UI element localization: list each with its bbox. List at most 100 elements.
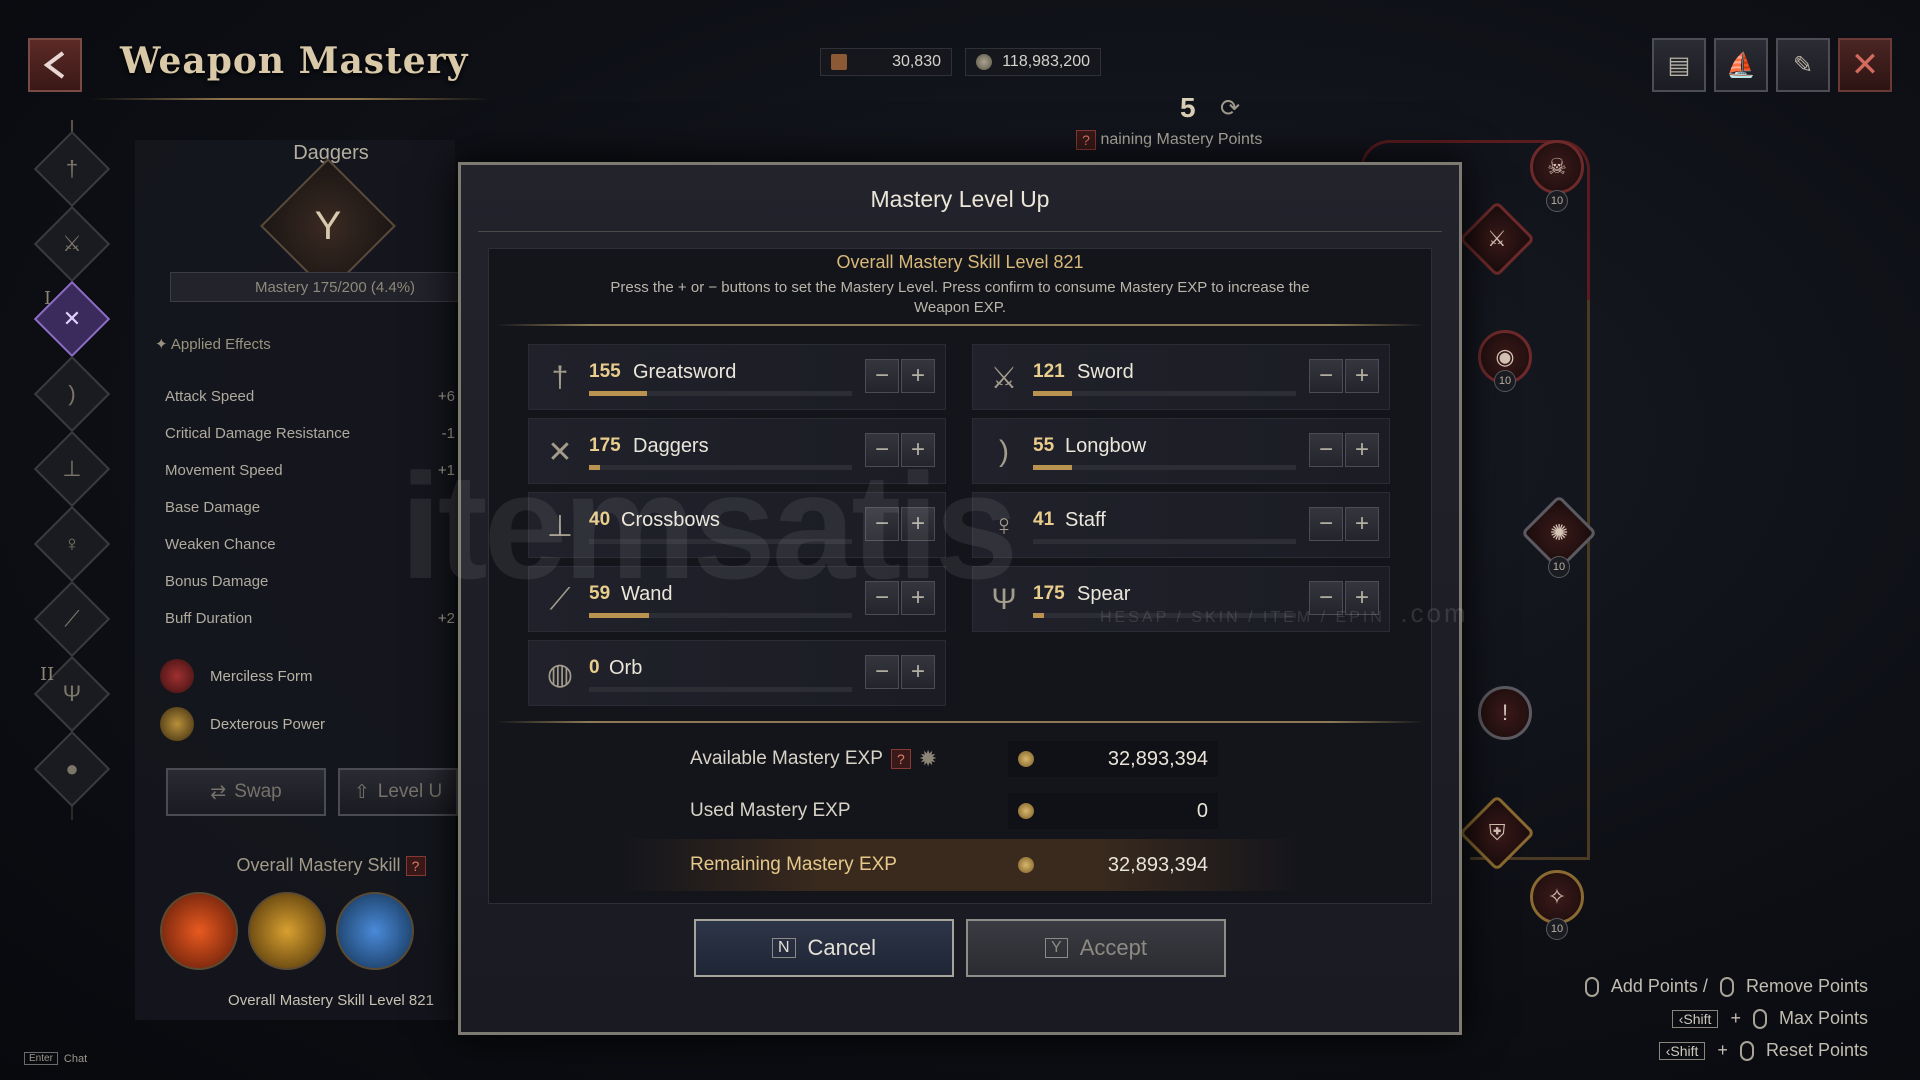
weapon-progress-fill bbox=[1033, 613, 1044, 618]
decrease-button[interactable]: − bbox=[865, 655, 899, 689]
decrease-button[interactable]: − bbox=[1309, 507, 1343, 541]
skill-merciless-form[interactable]: Merciless Form bbox=[160, 656, 313, 696]
skill-tree-link bbox=[1470, 300, 1590, 860]
add-points-label: Add Points / bbox=[1610, 976, 1708, 996]
overall-skill-2[interactable] bbox=[248, 892, 326, 970]
help-icon[interactable]: ? bbox=[405, 856, 426, 877]
weapon-progress-fill bbox=[1033, 465, 1073, 470]
tree-node-figure[interactable]: ✧ bbox=[1530, 870, 1584, 924]
gear-icon: ✺ bbox=[1549, 520, 1569, 545]
crossed-swords-icon: ⚔ bbox=[1487, 225, 1507, 251]
longbow-icon: ) bbox=[68, 381, 76, 406]
currency-1-value: 30,830 bbox=[892, 53, 941, 70]
weapon-level: 155 bbox=[589, 361, 621, 382]
skill-dexterous-power[interactable]: Dexterous Power bbox=[160, 704, 325, 744]
mouse-left-icon bbox=[1584, 976, 1599, 997]
weapon-progress-track bbox=[1033, 539, 1296, 544]
eye-icon: ◉ bbox=[1495, 344, 1515, 369]
info-card-button[interactable]: ▤ bbox=[1652, 38, 1706, 92]
close-icon: ✕ bbox=[1850, 46, 1880, 84]
decrease-button[interactable]: − bbox=[865, 359, 899, 393]
staff-icon: ♀ bbox=[63, 531, 81, 556]
increase-button[interactable]: + bbox=[1345, 359, 1379, 393]
effect-name: Attack Speed bbox=[165, 388, 255, 405]
tree-node-alert[interactable]: ! bbox=[1478, 686, 1532, 740]
weapon-name: Sword bbox=[1077, 361, 1134, 383]
available-exp-label: Available Mastery EXP bbox=[690, 748, 883, 769]
weapon-card-staff: ♀ 41 Staff − + bbox=[972, 492, 1390, 558]
weapon-level: 55 bbox=[1033, 435, 1055, 456]
crossbow-icon: ⊥ bbox=[62, 456, 82, 481]
orb-icon: ◍ bbox=[546, 657, 574, 691]
reset-points-label: Reset Points bbox=[1765, 1040, 1868, 1060]
help-icon[interactable]: ? bbox=[1076, 130, 1096, 150]
divider bbox=[496, 721, 1424, 723]
effect-name: Buff Duration bbox=[165, 610, 253, 627]
tree-node-skull[interactable]: ☠ bbox=[1530, 140, 1584, 194]
dialog-title-divider bbox=[478, 231, 1442, 232]
hint-reset-points: ‹Shift + Reset Points bbox=[1658, 1040, 1868, 1061]
remaining-exp-row: Remaining Mastery EXP 32,893,394 bbox=[690, 842, 1230, 888]
watermark: itemsatis bbox=[400, 440, 1018, 613]
increase-button[interactable]: + bbox=[1345, 507, 1379, 541]
remaining-points-text: naining Mastery Points bbox=[1100, 131, 1263, 149]
remaining-exp-label: Remaining Mastery EXP bbox=[690, 854, 897, 875]
y-key-icon: Y bbox=[1045, 938, 1068, 958]
increase-button[interactable]: + bbox=[901, 655, 935, 689]
effect-name: Bonus Damage bbox=[165, 573, 269, 590]
used-exp-value-box: 0 bbox=[1008, 793, 1218, 829]
shift-key-label: Shift bbox=[1683, 1010, 1712, 1027]
tree-node-level: 10 bbox=[1548, 556, 1570, 578]
hint-max-points: ‹Shift + Max Points bbox=[1671, 1008, 1868, 1029]
enter-key: Enter bbox=[24, 1052, 58, 1065]
skull-icon: ☠ bbox=[1547, 154, 1567, 179]
increase-button[interactable]: + bbox=[1345, 433, 1379, 467]
remaining-exp-value-box: 32,893,394 bbox=[1008, 847, 1218, 883]
refresh-icon[interactable]: ⟳ bbox=[1220, 94, 1240, 123]
guide-button[interactable]: ✎ bbox=[1776, 38, 1830, 92]
presets-button[interactable]: ⛵ bbox=[1714, 38, 1768, 92]
level-up-label: Level U bbox=[377, 781, 443, 802]
currency-2-value: 118,983,200 bbox=[1002, 53, 1090, 70]
alert-icon: ! bbox=[1501, 700, 1509, 725]
mastery-progress-text: Mastery 175/200 (4.4%) bbox=[254, 278, 416, 296]
weapon-level: 121 bbox=[1033, 361, 1065, 382]
back-button[interactable] bbox=[28, 38, 82, 92]
tree-node-level: 10 bbox=[1494, 370, 1516, 392]
effect-name: Movement Speed bbox=[165, 462, 283, 479]
level-up-button[interactable]: ⇧ Level U bbox=[338, 768, 458, 816]
swap-button[interactable]: ⇄ Swap bbox=[166, 768, 326, 816]
used-exp-value: 0 bbox=[1196, 799, 1208, 822]
decrease-button[interactable]: − bbox=[1309, 433, 1343, 467]
plus-sign: + bbox=[1717, 1040, 1728, 1060]
available-exp-row: Available Mastery EXP ? ✹ 32,893,394 bbox=[690, 736, 1230, 782]
decrease-button[interactable]: − bbox=[1309, 359, 1343, 393]
increase-button[interactable]: + bbox=[901, 359, 935, 393]
effect-name: Critical Damage Resistance bbox=[165, 425, 351, 442]
chat-label: Chat bbox=[63, 1052, 88, 1065]
overall-skill-3[interactable] bbox=[336, 892, 414, 970]
overall-skill-1[interactable] bbox=[160, 892, 238, 970]
used-exp-row: Used Mastery EXP 0 bbox=[690, 788, 1230, 834]
weapon-progress-track bbox=[589, 613, 852, 618]
accept-button[interactable]: Y Accept bbox=[966, 919, 1226, 977]
page-title: Weapon Mastery bbox=[120, 40, 469, 82]
dialog-title: Mastery Level Up bbox=[870, 186, 1050, 212]
currency-1: 30,830 bbox=[820, 48, 952, 76]
effect-row: Attack Speed +6 bbox=[165, 388, 455, 425]
figure-icon: ✧ bbox=[1547, 884, 1567, 909]
arrow-up-icon: ⇧ bbox=[353, 781, 370, 803]
weapon-level: 175 bbox=[1033, 583, 1065, 604]
chat-hint[interactable]: Enter Chat bbox=[24, 1052, 87, 1065]
weapon-card-longbow: ) 55 Longbow − + bbox=[972, 418, 1390, 484]
daggers-icon: ✕ bbox=[62, 306, 82, 331]
accept-label: Accept bbox=[1079, 935, 1147, 960]
weapon-progress-track bbox=[589, 391, 852, 396]
dexterous-power-icon bbox=[160, 707, 194, 741]
skill-name: Merciless Form bbox=[210, 667, 313, 685]
close-button[interactable]: ✕ bbox=[1838, 38, 1892, 92]
remaining-exp-value: 32,893,394 bbox=[1107, 853, 1208, 876]
shift-key: ‹Shift bbox=[1671, 1009, 1719, 1028]
cancel-button[interactable]: N Cancel bbox=[694, 919, 954, 977]
help-icon[interactable]: ? bbox=[890, 749, 911, 769]
